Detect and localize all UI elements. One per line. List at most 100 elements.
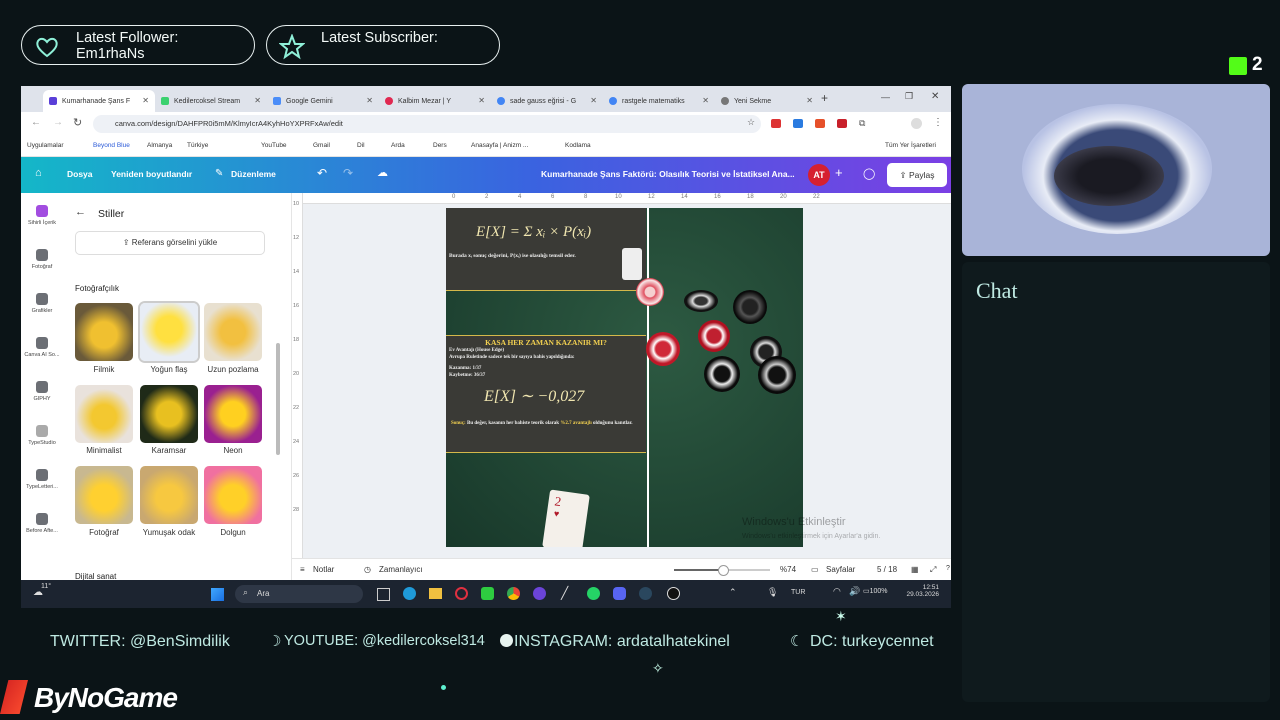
maximize-button[interactable]: ❐ xyxy=(905,91,913,102)
extension-icon[interactable] xyxy=(793,119,803,128)
edge-icon[interactable] xyxy=(403,587,416,600)
pages-button[interactable]: Sayfalar xyxy=(826,565,855,574)
cloud-sync-icon[interactable]: ☁ xyxy=(377,166,388,179)
close-icon[interactable]: ✕ xyxy=(254,96,261,105)
zoom-slider-handle[interactable] xyxy=(718,565,729,576)
bookmark-star-icon[interactable]: ☆ xyxy=(747,117,755,128)
upload-reference-button[interactable]: ⇪ Referans görselini yükle xyxy=(75,231,265,255)
tab-0[interactable]: Kumarhanade Şans F ✕ xyxy=(43,90,155,112)
panel-scrollbar[interactable] xyxy=(276,343,280,455)
volume-icon[interactable]: 🔊 xyxy=(849,586,860,597)
tab-2[interactable]: Google Gemini ✕ xyxy=(267,90,379,112)
bookmark[interactable]: Arda xyxy=(391,142,405,149)
timer-icon[interactable]: ◷ xyxy=(364,565,371,574)
comment-icon[interactable]: ◯ xyxy=(863,167,875,180)
rail-graphics[interactable]: Grafikler xyxy=(21,293,63,314)
tab-3[interactable]: Kalbim Mezar | Y ✕ xyxy=(379,90,491,112)
rail-photos[interactable]: Fotoğraf xyxy=(21,249,63,270)
taskbar-search[interactable]: ⌕ Ara xyxy=(235,585,363,603)
formula-box[interactable]: E[X] = Σ xᵢ × P(xᵢ) Burada xᵢ sonuç değe… xyxy=(446,208,646,291)
battery-indicator[interactable]: ▭100% xyxy=(863,587,888,595)
user-avatar[interactable]: AT xyxy=(808,164,830,186)
home-icon[interactable]: ⌂ xyxy=(35,167,42,179)
new-tab-button[interactable]: + xyxy=(821,91,828,105)
close-icon[interactable]: ✕ xyxy=(590,96,597,105)
close-icon[interactable]: ✕ xyxy=(702,96,709,105)
profile-avatar-icon[interactable] xyxy=(911,118,922,129)
rail-canva-ai[interactable]: Canva AI So... xyxy=(21,337,63,358)
pages-icon[interactable]: ▭ xyxy=(811,565,819,574)
tab-6[interactable]: Yeni Sekme ✕ xyxy=(715,90,819,112)
task-view-icon[interactable] xyxy=(377,588,390,601)
grid-view-icon[interactable]: ▦ xyxy=(911,565,919,574)
share-button[interactable]: ⇪ Paylaş xyxy=(887,163,947,187)
pen-icon[interactable]: ╱ xyxy=(561,586,568,600)
bookmark[interactable]: Anasayfa | Anizm ... xyxy=(471,142,528,149)
language-indicator[interactable]: TUR xyxy=(791,589,805,596)
close-icon[interactable]: ✕ xyxy=(478,96,485,105)
extension-icon[interactable] xyxy=(771,119,781,128)
back-arrow-icon[interactable]: ← xyxy=(31,117,41,128)
wifi-icon[interactable]: ◠ xyxy=(833,586,841,597)
design-title[interactable]: Kumarhanade Şans Faktörü: Olasılık Teori… xyxy=(541,169,795,179)
tab-5[interactable]: rastgele matematiks ✕ xyxy=(603,90,715,112)
bookmark-apps[interactable]: Uygulamalar xyxy=(27,142,64,149)
discord-icon[interactable] xyxy=(613,587,626,600)
house-edge-box[interactable]: KASA HER ZAMAN KAZANIR MI? Ev Avantajı (… xyxy=(446,335,646,453)
bookmark[interactable]: Kodlama xyxy=(565,142,591,149)
zoom-level[interactable]: %74 xyxy=(780,565,796,574)
bookmark[interactable]: Gmail xyxy=(313,142,330,149)
style-thumb-minimalist[interactable] xyxy=(75,385,133,443)
menu-edit[interactable]: Düzenleme xyxy=(231,169,276,179)
tab-1[interactable]: Kedilercoksel Stream ✕ xyxy=(155,90,267,112)
clock[interactable]: 12:51 29.03.2026 xyxy=(905,584,939,598)
extension-icon[interactable] xyxy=(837,119,847,128)
reload-icon[interactable]: ↻ xyxy=(73,116,82,129)
menu-file[interactable]: Dosya xyxy=(67,169,93,179)
chrome-icon[interactable] xyxy=(507,587,520,600)
line-icon[interactable] xyxy=(481,587,494,600)
bookmark[interactable]: YouTube xyxy=(261,142,287,149)
help-icon[interactable]: ? xyxy=(946,565,950,572)
style-thumb-fotograf[interactable] xyxy=(75,466,133,524)
forward-arrow-icon[interactable]: → xyxy=(53,117,63,128)
bookmark[interactable]: Türkiye xyxy=(187,142,208,149)
bookmark[interactable]: Ders xyxy=(433,142,447,149)
tab-4[interactable]: sade gauss eğrisi - G ✕ xyxy=(491,90,603,112)
style-thumb-yogun-flas[interactable] xyxy=(140,303,198,361)
rail-giphy[interactable]: GIPHY xyxy=(21,381,63,402)
file-explorer-icon[interactable] xyxy=(429,588,442,599)
minimize-button[interactable]: — xyxy=(881,92,890,102)
rail-magic-content[interactable]: Sihirli İçerik xyxy=(21,205,63,226)
undo-icon[interactable]: ↶ xyxy=(317,166,327,180)
rail-typestudio[interactable]: TypeStudio xyxy=(21,425,63,446)
notes-icon[interactable]: ≡ xyxy=(300,565,305,574)
steam-icon[interactable] xyxy=(639,587,652,600)
rail-typelettering[interactable]: TypeLetteri... xyxy=(21,469,63,490)
opera-icon[interactable] xyxy=(455,587,468,600)
close-icon[interactable]: ✕ xyxy=(806,96,813,105)
style-thumb-uzun-pozlama[interactable] xyxy=(204,303,262,361)
add-collaborator-icon[interactable]: + xyxy=(835,165,843,180)
style-thumb-neon[interactable] xyxy=(204,385,262,443)
bookmark[interactable]: Almanya xyxy=(147,142,172,149)
close-icon[interactable]: ✕ xyxy=(366,96,373,105)
all-bookmarks[interactable]: Tüm Yer İşaretleri xyxy=(885,142,936,149)
notes-button[interactable]: Notlar xyxy=(313,565,334,574)
style-thumb-filmik[interactable] xyxy=(75,303,133,361)
close-icon[interactable]: ✕ xyxy=(142,96,149,105)
redo-icon[interactable]: ↷ xyxy=(343,166,353,180)
style-thumb-karamsar[interactable] xyxy=(140,385,198,443)
slide-canvas[interactable]: E[X] = Σ xᵢ × P(xᵢ) Burada xᵢ sonuç değe… xyxy=(446,208,803,547)
microphone-icon[interactable]: 🎙 xyxy=(767,587,778,598)
puzzle-icon[interactable]: ⧉ xyxy=(859,118,865,129)
tray-chevron-icon[interactable]: ⌃ xyxy=(729,587,737,598)
bookmark[interactable]: Dil xyxy=(357,142,365,149)
app-icon[interactable] xyxy=(533,587,546,600)
rail-before-after[interactable]: Before Afte... xyxy=(21,513,63,534)
timer-button[interactable]: Zamanlayıcı xyxy=(379,565,423,574)
zoom-slider[interactable] xyxy=(674,565,770,576)
menu-resize[interactable]: Yeniden boyutlandır xyxy=(111,169,192,179)
obs-icon[interactable] xyxy=(667,587,680,600)
fullscreen-icon[interactable]: ⤢ xyxy=(930,565,936,575)
